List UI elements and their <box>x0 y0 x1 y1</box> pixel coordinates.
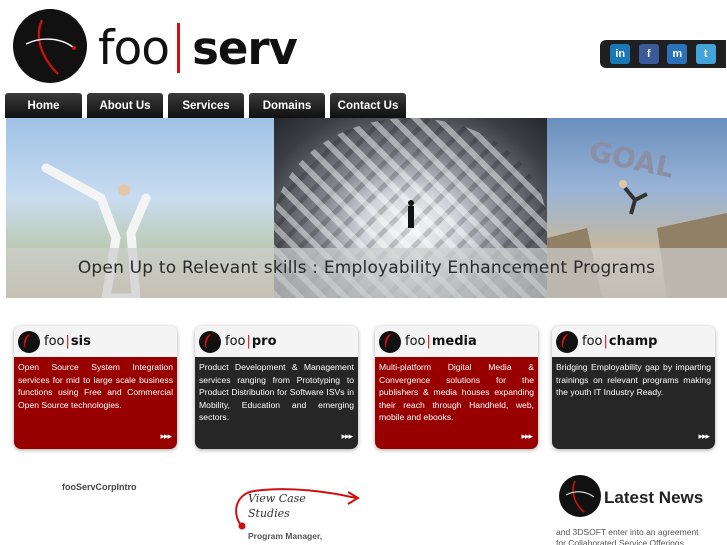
nav-domains[interactable]: Domains <box>249 93 325 118</box>
service-card-pro[interactable]: foo|pro Product Development & Management… <box>195 326 358 449</box>
case-line-1: View Case <box>248 492 306 505</box>
card-header: foo|media <box>375 326 538 357</box>
nav-contact-us[interactable]: Contact Us <box>330 93 406 118</box>
service-card-media[interactable]: foo|media Multi-platform Digital Media &… <box>375 326 538 449</box>
myspace-icon[interactable]: m <box>667 44 688 64</box>
brand-separator <box>177 23 181 73</box>
case-line-2: Studies <box>248 507 290 520</box>
brand-wordmark: foo serv <box>98 18 298 78</box>
hero-banner[interactable]: GOAL Open Up to Relevant skills : Employ… <box>6 118 727 298</box>
foo-logo-icon <box>199 330 221 353</box>
card-header: foo|champ <box>552 326 715 357</box>
nav-about-us[interactable]: About Us <box>87 93 163 118</box>
brand-serv: serv <box>192 21 298 75</box>
card-title: foo|media <box>405 334 477 349</box>
foo-logo-icon <box>556 330 578 353</box>
facebook-icon[interactable]: f <box>638 44 659 64</box>
card-description: Bridging Employability gap by imparting … <box>556 362 711 398</box>
card-title: foo|champ <box>582 334 658 349</box>
card-description: Open Source System Integration services … <box>18 362 173 410</box>
brand-foo: foo <box>98 20 170 76</box>
svg-text:GOAL: GOAL <box>586 134 677 184</box>
more-arrow-icon[interactable]: ▸▸▸ <box>521 430 533 443</box>
more-arrow-icon[interactable]: ▸▸▸ <box>341 430 353 443</box>
latest-news-heading: Latest News <box>604 488 704 507</box>
card-description: Multi-platform Digital Media & Convergen… <box>379 362 534 423</box>
card-title: foo|pro <box>225 334 277 349</box>
clipped-text: Program Manager, <box>248 531 323 541</box>
card-header: foo|sis <box>14 326 177 357</box>
twitter-icon[interactable]: t <box>695 44 716 64</box>
nav-services[interactable]: Services <box>168 93 244 118</box>
card-header: foo|pro <box>195 326 358 357</box>
card-body: Bridging Employability gap by imparting … <box>552 357 715 449</box>
more-arrow-icon[interactable]: ▸▸▸ <box>698 430 710 443</box>
foo-logo-icon <box>18 330 40 353</box>
banner-tagline: Open Up to Relevant skills : Employabili… <box>77 258 656 278</box>
card-description: Product Development & Management service… <box>199 362 354 423</box>
view-case-studies-link[interactable]: View Case Studies <box>248 491 306 521</box>
news-ticker-text[interactable]: and 3DSOFT enter into an agreement for C… <box>556 527 706 545</box>
corp-intro-link[interactable]: fooServCorpIntro <box>62 482 137 492</box>
card-body: Product Development & Management service… <box>195 357 358 449</box>
nav-home[interactable]: Home <box>5 93 82 118</box>
linkedin-icon[interactable]: in <box>610 44 631 64</box>
service-card-sis[interactable]: foo|sis Open Source System Integration s… <box>14 326 177 449</box>
card-body: Open Source System Integration services … <box>14 357 177 449</box>
card-body: Multi-platform Digital Media & Convergen… <box>375 357 538 449</box>
service-card-champ[interactable]: foo|champ Bridging Employability gap by … <box>552 326 715 449</box>
company-logo[interactable] <box>12 8 88 84</box>
news-logo-icon <box>559 475 601 517</box>
social-links-bar: in f m t <box>600 40 726 68</box>
more-arrow-icon[interactable]: ▸▸▸ <box>160 430 172 443</box>
foo-logo-icon <box>379 330 401 353</box>
card-title: foo|sis <box>44 334 91 349</box>
main-nav: Home About Us Services Domains Contact U… <box>5 93 411 118</box>
